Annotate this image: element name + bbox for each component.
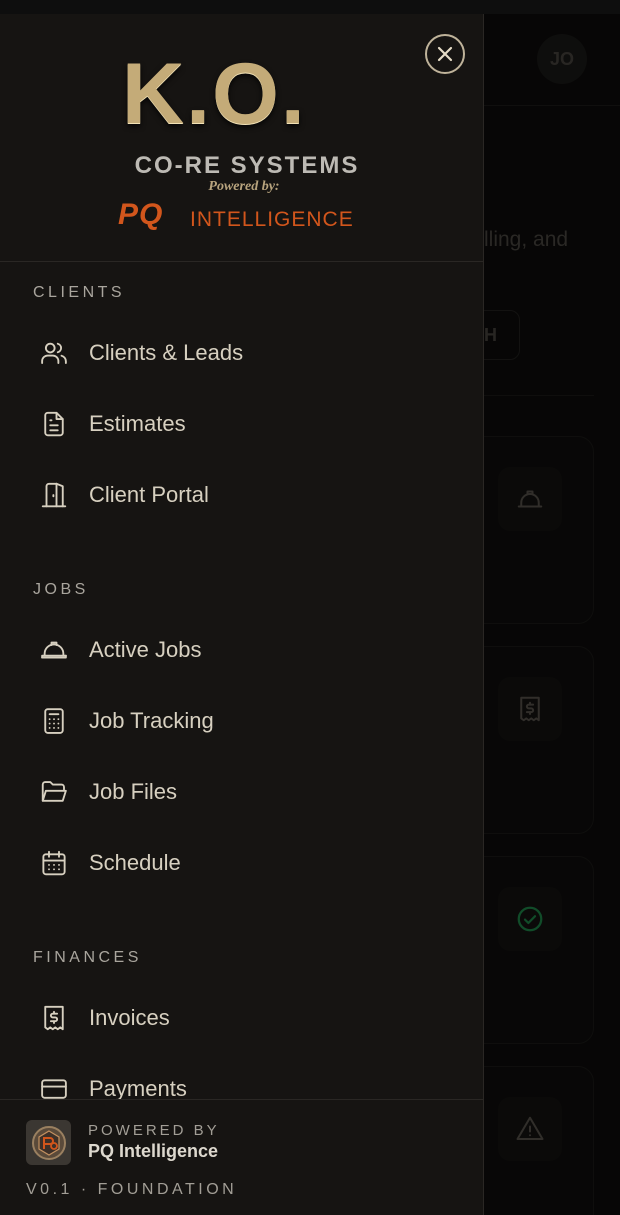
close-icon [437,46,453,62]
calendar-icon [30,847,80,879]
section-title-clients: CLIENTS [33,284,126,301]
nav-item-schedule[interactable]: Schedule [30,837,454,889]
footer-powered-label: POWERED BY [88,1122,220,1139]
footer-brand: PQ Intelligence [88,1141,219,1161]
navigation-drawer: K.O. CO-RE SYSTEMS Powered by: PQ INTELL… [0,14,484,1215]
nav-label: Invoices [89,1005,170,1030]
document-icon [30,408,80,440]
app-version: V0.1 · FOUNDATION [26,1181,238,1198]
credit-card-icon [30,1073,80,1099]
nav-label: Schedule [89,850,181,875]
nav-label: Estimates [89,411,186,436]
logo-powered-by: Powered by: [208,179,280,194]
drawer-footer: POWERED BY PQ Intelligence V0.1 · FOUNDA… [0,1099,483,1215]
nav-label: Payments [89,1076,187,1099]
door-icon [30,479,80,511]
nav-label: Active Jobs [89,637,202,662]
hard-hat-icon [30,634,80,666]
nav-label: Job Tracking [89,708,214,733]
nav-label: Client Portal [89,482,209,507]
receipt-dollar-icon [30,1002,80,1034]
folder-open-icon [30,776,80,808]
nav-item-active-jobs[interactable]: Active Jobs [30,624,454,676]
section-title-finances: FINANCES [33,949,142,966]
users-icon [30,337,80,369]
nav-item-client-portal[interactable]: Client Portal [30,469,454,521]
calculator-icon [30,705,80,737]
nav-item-invoices[interactable]: Invoices [30,992,454,1044]
nav-item-payments[interactable]: Payments [30,1063,454,1099]
drawer-nav: CLIENTS Clients & Leads Estimates Client… [0,262,483,1099]
close-drawer-button[interactable] [425,34,465,74]
logo-main: K.O. [122,46,307,142]
section-title-jobs: JOBS [33,581,89,598]
app-screen: JO lling, and H K.O. CO-RE SYSTEMS Power… [0,0,620,1215]
nav-item-clients-leads[interactable]: Clients & Leads [30,327,454,379]
ko-logo: K.O. CO-RE SYSTEMS Powered by: PQ INTELL… [96,48,396,238]
logo-subtitle: CO-RE SYSTEMS [134,152,360,179]
logo-pq: PQ [118,198,164,231]
nav-item-estimates[interactable]: Estimates [30,398,454,450]
nav-item-job-files[interactable]: Job Files [30,766,454,818]
pq-logo-icon [26,1120,71,1165]
nav-label: Clients & Leads [89,340,244,365]
logo-intelligence: INTELLIGENCE [190,208,354,231]
nav-label: Job Files [89,779,178,804]
nav-item-job-tracking[interactable]: Job Tracking [30,695,454,747]
